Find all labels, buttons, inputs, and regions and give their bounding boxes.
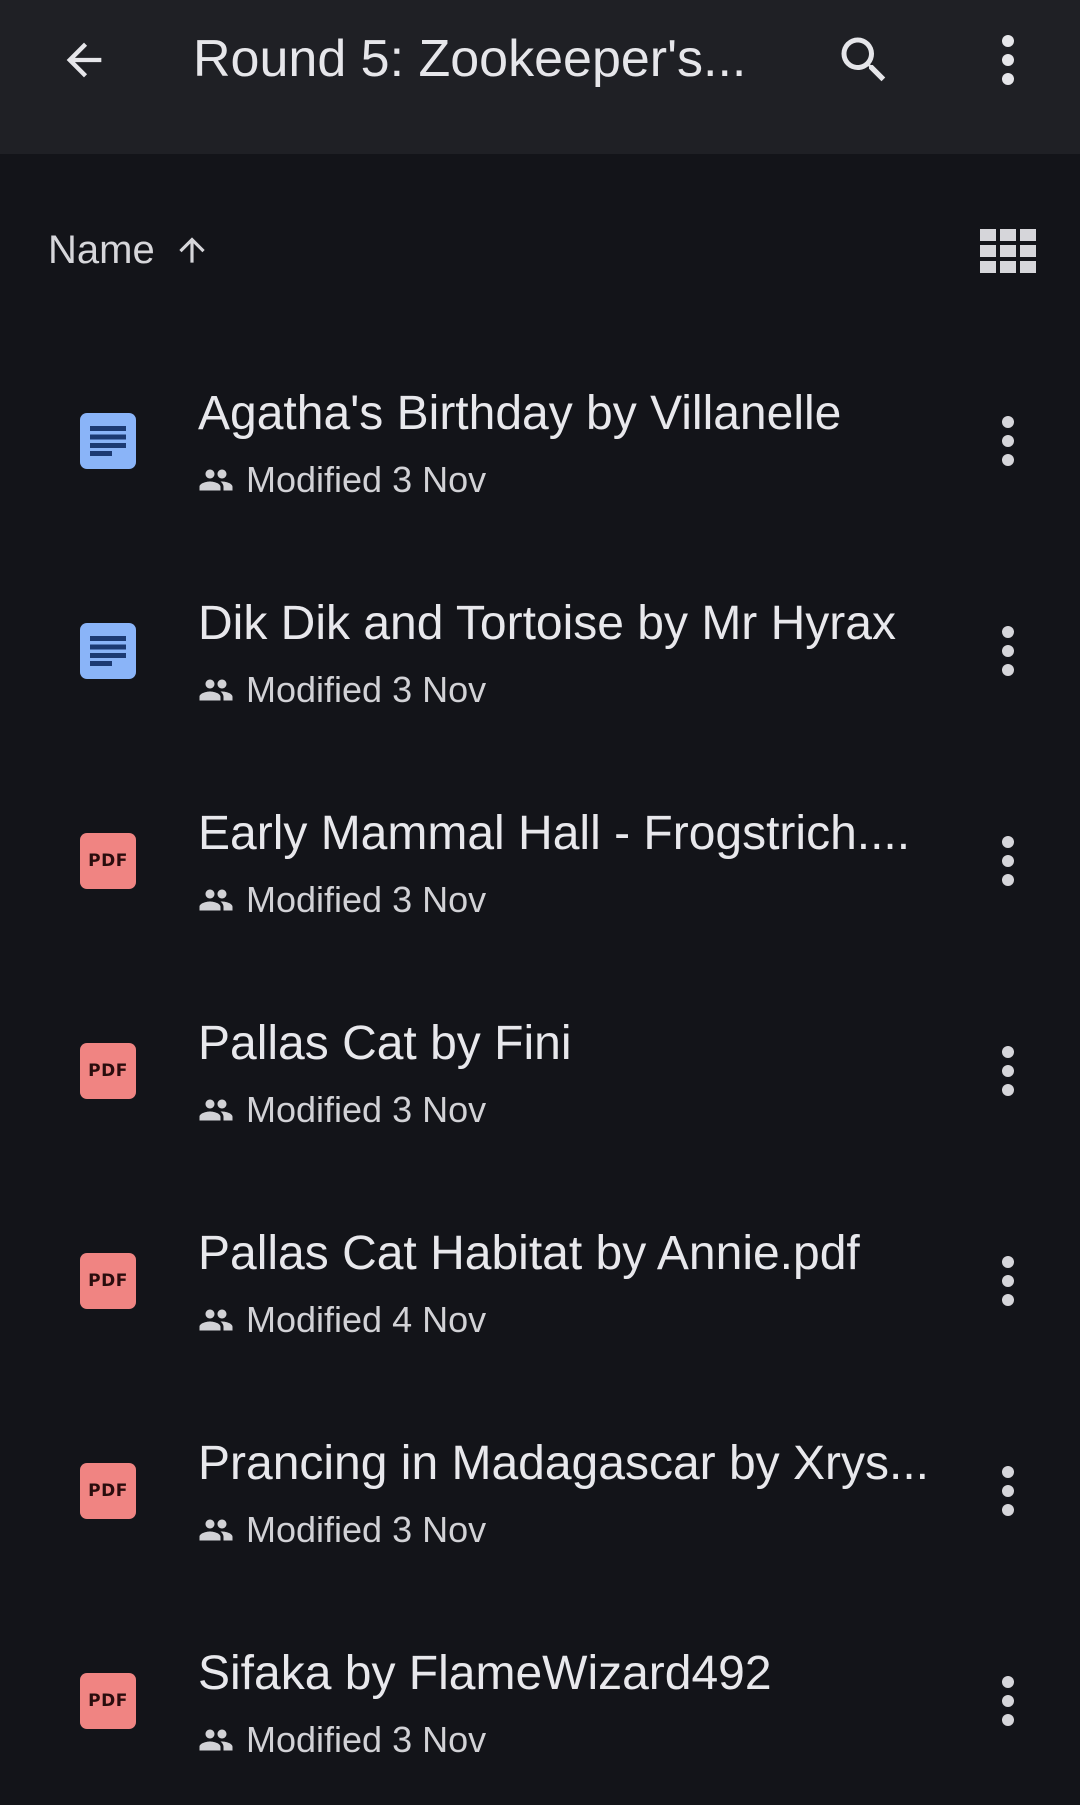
file-name: Early Mammal Hall - Frogstrich.... (198, 807, 911, 860)
file-row[interactable]: PDF Early Mammal Hall - Frogstrich.... M… (0, 755, 1080, 965)
file-meta: Modified 3 Nov (198, 1719, 486, 1761)
grid-view-icon (980, 229, 1036, 273)
modified-date: Modified 4 Nov (246, 1299, 487, 1340)
file-more-button[interactable] (978, 827, 1038, 895)
file-name: Dik Dik and Tortoise by Mr Hyrax (198, 597, 896, 650)
pdf-icon-label: PDF (88, 1481, 128, 1501)
pdf-file-icon: PDF (80, 1463, 136, 1519)
pdf-icon-label: PDF (88, 1271, 128, 1291)
modified-date: Modified 3 Nov (246, 1089, 487, 1130)
file-more-button[interactable] (978, 1667, 1038, 1735)
shared-people-icon (199, 1309, 233, 1331)
pdf-file-icon: PDF (80, 833, 136, 889)
more-vert-icon (1002, 1466, 1014, 1516)
file-name: Pallas Cat by Fini (198, 1017, 572, 1070)
search-button[interactable] (832, 28, 896, 92)
pdf-file-icon: PDF (80, 1253, 136, 1309)
file-more-button[interactable] (978, 617, 1038, 685)
folder-title: Round 5: Zookeeper's... (193, 30, 747, 88)
more-vert-icon (1002, 416, 1014, 466)
file-list: Agatha's Birthday by Villanelle Modified… (0, 335, 1080, 1805)
google-doc-icon (80, 413, 136, 469)
pdf-file-icon: PDF (80, 1673, 136, 1729)
search-icon (841, 37, 886, 82)
file-name: Pallas Cat Habitat by Annie.pdf (198, 1227, 860, 1280)
grid-view-toggle[interactable] (978, 226, 1038, 276)
shared-people-icon (199, 1729, 233, 1751)
modified-date: Modified 3 Nov (246, 879, 487, 920)
top-app-bar: Round 5: Zookeeper's... (0, 0, 1080, 154)
more-vert-icon (1002, 836, 1014, 886)
file-name: Sifaka by FlameWizard492 (198, 1647, 772, 1700)
more-vert-icon (1002, 1256, 1014, 1306)
arrow-left-icon (66, 42, 102, 78)
file-more-button[interactable] (978, 1037, 1038, 1105)
file-meta: Modified 3 Nov (198, 1089, 486, 1131)
arrow-up-icon (179, 237, 205, 263)
pdf-icon-label: PDF (88, 1061, 128, 1081)
google-doc-icon (80, 623, 136, 679)
file-more-button[interactable] (978, 1247, 1038, 1315)
shared-people-icon (199, 1099, 233, 1121)
shared-people-icon (199, 679, 233, 701)
shared-people-icon (199, 889, 233, 911)
overflow-menu-button[interactable] (978, 28, 1038, 92)
more-vert-icon (1002, 1046, 1014, 1096)
pdf-file-icon: PDF (80, 1043, 136, 1099)
modified-date: Modified 3 Nov (246, 459, 487, 500)
file-name: Prancing in Madagascar by Xrys... (198, 1437, 929, 1490)
file-row[interactable]: Dik Dik and Tortoise by Mr Hyrax Modifie… (0, 545, 1080, 755)
shared-people-icon (199, 1519, 233, 1541)
file-more-button[interactable] (978, 1457, 1038, 1525)
modified-date: Modified 3 Nov (246, 1719, 487, 1760)
file-meta: Modified 3 Nov (198, 1509, 486, 1551)
sort-bar: Name (0, 210, 1080, 290)
more-vert-icon (1002, 1676, 1014, 1726)
modified-date: Modified 3 Nov (246, 1509, 487, 1550)
file-name: Agatha's Birthday by Villanelle (198, 387, 842, 440)
file-row[interactable]: PDF Prancing in Madagascar by Xrys... Mo… (0, 1385, 1080, 1595)
file-row[interactable]: Agatha's Birthday by Villanelle Modified… (0, 335, 1080, 545)
file-row[interactable]: PDF Pallas Cat Habitat by Annie.pdf Modi… (0, 1175, 1080, 1385)
shared-people-icon (199, 469, 233, 491)
modified-date: Modified 3 Nov (246, 669, 487, 710)
back-button[interactable] (54, 30, 114, 90)
more-vert-icon (1002, 626, 1014, 676)
file-more-button[interactable] (978, 407, 1038, 475)
file-meta: Modified 4 Nov (198, 1299, 486, 1341)
more-vert-icon (1002, 35, 1014, 85)
file-row[interactable]: PDF Pallas Cat by Fini Modified 3 Nov (0, 965, 1080, 1175)
sort-label: Name (48, 227, 155, 272)
pdf-icon-label: PDF (88, 851, 128, 871)
file-meta: Modified 3 Nov (198, 459, 486, 501)
file-meta: Modified 3 Nov (198, 879, 486, 921)
sort-by-name-button[interactable]: Name (48, 220, 211, 280)
pdf-icon-label: PDF (88, 1691, 128, 1711)
file-meta: Modified 3 Nov (198, 669, 486, 711)
file-row[interactable]: PDF Sifaka by FlameWizard492 Modified 3 … (0, 1595, 1080, 1805)
